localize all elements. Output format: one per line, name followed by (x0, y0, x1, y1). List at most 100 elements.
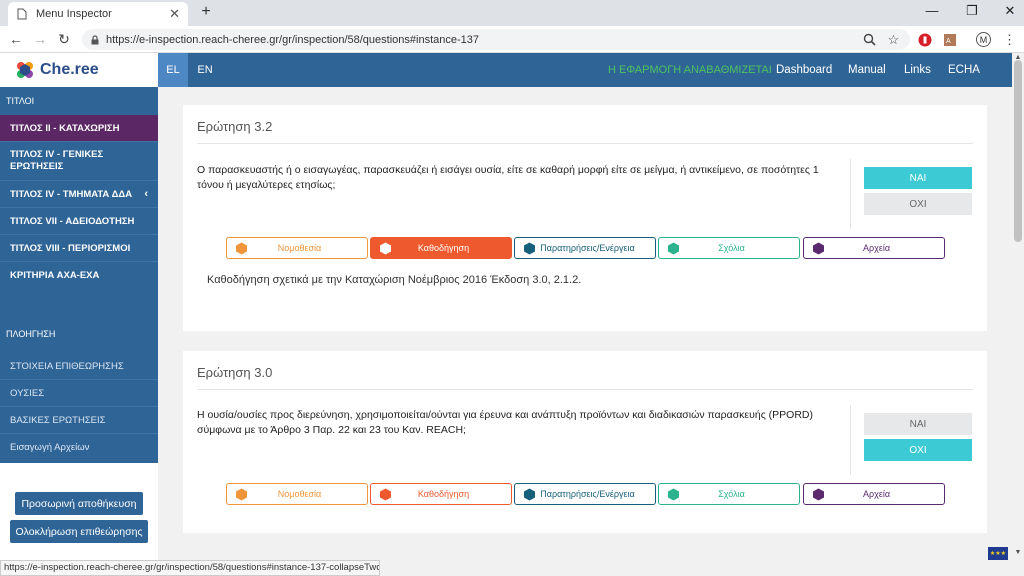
zoom-icon[interactable] (862, 32, 877, 47)
svg-text:A: A (946, 38, 951, 45)
sidebar-item-title-viii[interactable]: ΤΙΤΛΟΣ VIII - ΠΕΡΙΟΡΙΣΜΟΙ (0, 235, 158, 262)
tab-label: Καθοδήγηση (417, 489, 470, 499)
answer-no-button[interactable]: ΟΧΙ (864, 439, 972, 461)
menu-icon[interactable]: ⋮ (1002, 32, 1017, 47)
bookmark-star-icon[interactable]: ☆ (886, 32, 901, 47)
forward-icon[interactable]: → (32, 31, 48, 47)
hexagon-icon (379, 242, 392, 255)
tab-files[interactable]: Αρχεία (803, 237, 945, 259)
hexagon-icon (523, 242, 536, 255)
sidebar-item-label: ΤΙΤΛΟΣ IV - ΓΕΝΙΚΕΣ ΕΡΩΤΗΣΕΙΣ (10, 149, 104, 172)
logo[interactable]: Che.ree (0, 53, 158, 87)
sidebar-item-title-vii[interactable]: ΤΙΤΛΟΣ VII - ΑΔΕΙΟΔΟΤΗΣΗ (0, 208, 158, 235)
hexagon-icon (379, 488, 392, 501)
hexagon-icon (812, 242, 825, 255)
sidebar-item-criteria[interactable]: ΚΡΙΤΗΡΙΑ ΑΧΑ-ΕΧΑ (0, 262, 158, 289)
hexagon-icon (812, 488, 825, 501)
nav-manual[interactable]: Manual (848, 53, 886, 87)
sidebar-nav-heading: ΠΛΟΗΓΗΣΗ (6, 329, 56, 339)
question-card: Ερώτηση 3.0 Η ουσία/ουσίες προς διερεύνη… (183, 351, 987, 533)
sidebar: ΤΙΤΛΟΙ ΤΙΤΛΟΣ ΙΙ - ΚΑΤΑΧΩΡΙΣΗ ΤΙΤΛΟΣ IV … (0, 87, 158, 463)
lock-icon (90, 34, 100, 45)
minimize-icon[interactable]: — (922, 3, 942, 18)
scroll-down-icon[interactable]: ▼ (1012, 549, 1024, 559)
tab-comments[interactable]: Σχόλια (658, 237, 800, 259)
url-field[interactable]: https://e-inspection.reach-cheree.gr/gr/… (82, 29, 910, 50)
tab-observations[interactable]: Παρατηρήσεις/Ενέργεια (514, 483, 656, 505)
nav-links[interactable]: Links (904, 53, 931, 87)
address-bar: ← → ↻ https://e-inspection.reach-cheree.… (0, 26, 1024, 53)
sidebar-actions: Προσωρινή αποθήκευση Ολοκλήρωση επιθεώρη… (0, 463, 158, 560)
tab-guidance[interactable]: Καθοδήγηση (370, 237, 512, 259)
answer-no-button[interactable]: ΟΧΙ (864, 193, 972, 215)
sidebar-item-title-ii[interactable]: ΤΙΤΛΟΣ ΙΙ - ΚΑΤΑΧΩΡΙΣΗ (0, 115, 158, 142)
tab-label: Αρχεία (862, 489, 891, 499)
sidebar-item-title-iv-sds[interactable]: ΤΙΤΛΟΣ IV - ΤΜΗΜΑΤΑ ΔΔΑ ‹ (0, 181, 158, 208)
divider (850, 405, 851, 475)
tab-legislation[interactable]: Νομοθεσία (226, 483, 368, 505)
sidebar-nav-substances[interactable]: ΟΥΣΙΕΣ (0, 380, 158, 407)
sidebar-item-label: ΤΙΤΛΟΣ VII - ΑΔΕΙΟΔΟΤΗΣΗ (10, 215, 135, 227)
profile-initial: M (979, 34, 988, 45)
sidebar-nav-inspection-details[interactable]: ΣΤΟΙΧΕΙΑ ΕΠΙΘΕΩΡΗΣΗΣ (0, 353, 158, 380)
sidebar-nav-import-files[interactable]: Εισαγωγή Αρχείων (0, 434, 158, 461)
reload-icon[interactable]: ↻ (56, 31, 72, 47)
hexagon-icon (667, 488, 680, 501)
lang-el-link[interactable]: EL (158, 53, 188, 87)
logo-icon (17, 62, 33, 78)
profile-avatar[interactable]: M (976, 32, 991, 47)
window-close-icon[interactable]: ✕ (1000, 3, 1020, 19)
browser-tab[interactable]: Menu Inspector ✕ (8, 2, 188, 26)
divider (850, 159, 851, 229)
divider (197, 143, 973, 144)
chevron-left-icon: ‹ (144, 188, 148, 200)
pdf-extension-icon[interactable]: A (942, 32, 957, 47)
lang-en-link[interactable]: EN (190, 53, 220, 87)
divider (197, 389, 973, 390)
tab-guidance[interactable]: Καθοδήγηση (370, 483, 512, 505)
tab-comments[interactable]: Σχόλια (658, 483, 800, 505)
tab-label: Νομοθεσία (277, 243, 322, 253)
tab-label: Παρατηρήσεις/Ενέργεια (540, 489, 635, 499)
sidebar-item-label: ΚΡΙΤΗΡΙΑ ΑΧΑ-ΕΧΑ (10, 270, 100, 281)
hexagon-icon (523, 488, 536, 501)
update-notice: Η ΕΦΑΡΜΟΓΗ ΑΝΑΒΑΘΜΙΖΕΤΑΙ (608, 64, 772, 76)
hexagon-icon (235, 488, 248, 501)
site-header: Che.ree EL EN Η ΕΦΑΡΜΟΓΗ ΑΝΑΒΑΘΜΙΖΕΤΑΙ D… (0, 53, 1024, 87)
nav-dashboard[interactable]: Dashboard (776, 53, 832, 87)
sidebar-item-label: ΤΙΤΛΟΣ IV - ΤΜΗΜΑΤΑ ΔΔΑ (10, 188, 133, 200)
sidebar-nav-basic-questions[interactable]: ΒΑΣΙΚΕΣ ΕΡΩΤΗΣΕΙΣ (0, 407, 158, 434)
tab-label: Νομοθεσία (277, 489, 322, 499)
question-title: Ερώτηση 3.2 (197, 119, 273, 134)
tab-observations[interactable]: Παρατηρήσεις/Ενέργεια (514, 237, 656, 259)
complete-inspection-button[interactable]: Ολοκλήρωση επιθεώρησης (10, 520, 148, 543)
answer-yes-button[interactable]: ΝΑΙ (864, 413, 972, 435)
status-bar-url: https://e-inspection.reach-cheree.gr/gr/… (0, 560, 380, 576)
main-content: Ερώτηση 3.2 Ο παρασκευαστής ή ο εισαγωγέ… (158, 87, 1024, 560)
sidebar-item-title-iv-general[interactable]: ΤΙΤΛΟΣ IV - ΓΕΝΙΚΕΣ ΕΡΩΤΗΣΕΙΣ (0, 142, 158, 181)
sidebar-titles-heading: ΤΙΤΛΟΙ (6, 96, 35, 106)
extension-stop-icon[interactable] (917, 32, 932, 47)
guidance-text: Καθοδήγηση σχετικά με την Καταχώριση Νοέ… (207, 274, 582, 286)
new-tab-icon[interactable]: + (196, 3, 216, 21)
tab-label: Παρατηρήσεις/Ενέργεια (540, 243, 635, 253)
question-title: Ερώτηση 3.0 (197, 365, 273, 380)
tab-label: Σχόλια (718, 243, 745, 253)
question-card: Ερώτηση 3.2 Ο παρασκευαστής ή ο εισαγωγέ… (183, 105, 987, 331)
scrollbar-thumb[interactable] (1014, 60, 1022, 242)
tab-legislation[interactable]: Νομοθεσία (226, 237, 368, 259)
restore-icon[interactable]: ❐ (962, 3, 982, 19)
question-text: Ο παρασκευαστής ή ο εισαγωγέας, παρασκευ… (197, 164, 819, 191)
nav-echa[interactable]: ECHA (948, 53, 980, 87)
logo-text: Che.ree (40, 61, 99, 78)
back-icon[interactable]: ← (8, 31, 24, 47)
page-icon (16, 8, 28, 20)
answer-yes-button[interactable]: ΝΑΙ (864, 167, 972, 189)
close-icon[interactable]: ✕ (169, 6, 180, 22)
url-text: https://e-inspection.reach-cheree.gr/gr/… (106, 33, 480, 46)
tab-files[interactable]: Αρχεία (803, 483, 945, 505)
save-temp-button[interactable]: Προσωρινή αποθήκευση (15, 492, 143, 515)
eu-flag-icon: ★★★ (988, 547, 1008, 560)
sidebar-item-label: ΤΙΤΛΟΣ ΙΙ - ΚΑΤΑΧΩΡΙΣΗ (10, 122, 120, 134)
